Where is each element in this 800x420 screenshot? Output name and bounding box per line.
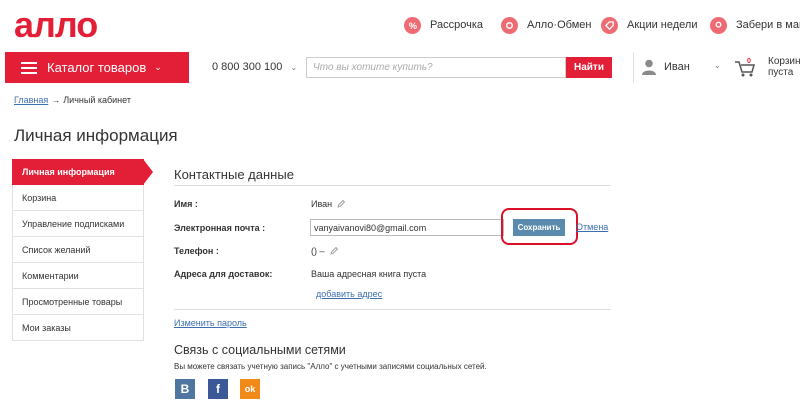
percent-icon: %	[404, 16, 421, 34]
breadcrumb-home-link[interactable]: Главная	[14, 95, 48, 105]
catalog-button[interactable]: Каталог товаров ⌄	[5, 52, 189, 83]
chevron-down-icon: ⌄	[290, 62, 298, 72]
user-icon[interactable]	[642, 59, 656, 75]
menu-icon	[21, 61, 37, 74]
sidebar-item-comments[interactable]: Комментарии	[12, 263, 144, 289]
sale-icon	[601, 16, 618, 34]
name-label: Имя :	[174, 199, 198, 209]
contacts-section-title: Контактные данные	[174, 167, 294, 182]
section-divider	[174, 185, 611, 186]
odnoklassniki-icon[interactable]: ok	[240, 379, 260, 399]
save-button[interactable]: Сохранить	[513, 219, 565, 236]
vk-icon[interactable]: В	[175, 379, 195, 399]
sidebar-item-viewed-products[interactable]: Просмотренные товары	[12, 289, 144, 315]
phone-label: Телефон :	[174, 246, 219, 256]
section-divider	[174, 309, 611, 310]
email-input[interactable]	[310, 219, 504, 236]
sidebar-item-personal-info[interactable]: Личная информация	[12, 159, 153, 185]
name-value: Иван	[311, 199, 333, 209]
search-input[interactable]	[306, 57, 566, 78]
breadcrumb-arrow: →	[51, 95, 61, 105]
installment-link[interactable]: % Рассрочка	[404, 14, 483, 36]
phone-value: () –	[311, 246, 325, 256]
pencil-icon[interactable]	[337, 200, 346, 208]
svg-text:%: %	[409, 21, 417, 31]
sidebar-item-cart[interactable]: Корзина	[12, 185, 144, 211]
change-password-link[interactable]: Изменить пароль	[174, 318, 247, 328]
chevron-down-icon: ⌄	[154, 62, 162, 72]
social-section-title: Связь с социальными сетями	[174, 343, 346, 357]
user-name[interactable]: Иван	[664, 61, 690, 73]
sidebar-item-wishlist[interactable]: Список желаний	[12, 237, 144, 263]
phone-dropdown[interactable]: 0 800 300 100 ⌄	[212, 61, 297, 73]
address-value: Ваша адресная книга пуста	[311, 269, 427, 279]
header-divider	[633, 52, 634, 83]
name-value-row: Иван	[311, 199, 346, 209]
sidebar-item-orders[interactable]: Мои заказы	[12, 315, 144, 341]
svg-text:0: 0	[747, 58, 751, 65]
catalog-label: Каталог товаров	[47, 60, 147, 75]
breadcrumb-current: Личный кабинет	[63, 95, 131, 105]
pencil-icon[interactable]	[329, 247, 338, 255]
social-description: Вы можете связать учетную запись "Алло" …	[174, 362, 487, 371]
sidebar-item-subscriptions[interactable]: Управление подписками	[12, 211, 144, 237]
email-label: Электронная почта :	[174, 223, 266, 233]
exchange-link[interactable]: Алло·Обмен	[501, 14, 591, 36]
page-title: Личная информация	[14, 126, 178, 145]
weekly-deals-link[interactable]: Акции недели	[601, 14, 697, 36]
location-pin-icon	[710, 16, 727, 34]
chevron-down-icon[interactable]: ⌄	[714, 61, 721, 70]
exchange-icon	[501, 16, 518, 34]
phone-number: 0 800 300 100	[212, 61, 283, 73]
search-button[interactable]: Найти	[566, 57, 612, 78]
add-address-link[interactable]: добавить адрес	[316, 289, 382, 299]
pickup-link[interactable]: Забери в магази	[710, 14, 800, 36]
cart-status[interactable]: Корзина пуста	[768, 56, 800, 78]
phone-value-row: () –	[311, 246, 338, 256]
breadcrumb: Главная → Личный кабинет	[14, 95, 131, 105]
cart-icon[interactable]: 0	[734, 56, 756, 78]
logo-text: алло	[14, 9, 97, 43]
address-label: Адреса для доставок:	[174, 269, 273, 279]
allo-logo[interactable]: алло	[14, 9, 124, 43]
facebook-icon[interactable]: f	[208, 379, 228, 399]
account-sidebar: Личная информация Корзина Управление под…	[12, 159, 153, 341]
cancel-link[interactable]: Отмена	[576, 222, 608, 232]
